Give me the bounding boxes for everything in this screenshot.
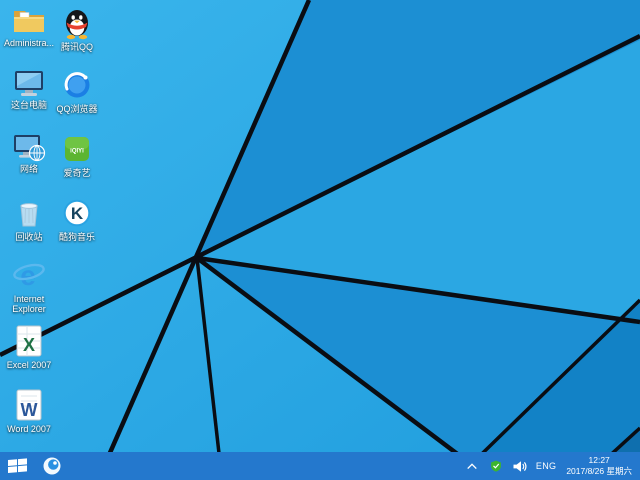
taskbar-pinned-browser[interactable] <box>36 452 68 480</box>
icon-label: Excel 2007 <box>6 360 52 370</box>
excel-icon: X <box>16 325 42 357</box>
desktop-icon-internet-explorer[interactable]: e Internet Explorer <box>1 258 57 318</box>
icon-label: 回收站 <box>15 232 43 242</box>
desktop-icon-qq-browser[interactable]: QQ浏览器 <box>49 68 105 128</box>
desktop-icon-iqiyi[interactable]: iQIYI 爱奇艺 <box>49 132 105 192</box>
windows-logo-icon <box>7 458 27 473</box>
folder-icon <box>14 11 44 32</box>
kugou-k-glyph: K <box>71 204 84 223</box>
icon-label: QQ浏览器 <box>56 104 98 114</box>
icon-label: 酷狗音乐 <box>58 232 95 242</box>
iqiyi-icon: iQIYI <box>65 137 89 161</box>
network-icon <box>14 135 46 162</box>
clock-date: 2017/8/26 星期六 <box>566 466 632 476</box>
recycle-bin-icon <box>20 203 38 227</box>
language-indicator[interactable]: ENG <box>536 461 556 471</box>
desktop-screen: Administra... 这台电脑 网络 回收站 e Internet Exp… <box>0 0 640 480</box>
taskbar: ENG 12:27 2017/8/26 星期六 <box>0 452 640 480</box>
desktop-icon-kugou-music[interactable]: K 酷狗音乐 <box>49 196 105 256</box>
iqiyi-wordmark: iQIYI <box>70 149 84 155</box>
desktop-icon-tencent-qq[interactable]: 腾讯QQ <box>49 6 105 66</box>
browser-globe-icon <box>43 457 61 475</box>
tray-show-hidden-icons[interactable] <box>464 452 480 480</box>
tray-volume[interactable] <box>512 452 528 480</box>
system-tray: ENG 12:27 2017/8/26 星期六 <box>464 452 640 480</box>
qq-browser-icon <box>64 72 90 98</box>
icon-label: Internet Explorer <box>12 294 46 315</box>
internet-explorer-icon: e <box>13 260 45 291</box>
icon-label: Word 2007 <box>7 424 51 434</box>
icon-label: 这台电脑 <box>10 100 47 110</box>
qq-penguin-icon <box>66 10 88 40</box>
clock-time: 12:27 <box>588 454 610 465</box>
speaker-icon <box>513 460 527 472</box>
chevron-up-icon <box>467 463 477 470</box>
icon-label: Administra... <box>3 38 54 48</box>
icon-label: 网络 <box>19 164 38 174</box>
taskbar-clock[interactable]: 12:27 2017/8/26 星期六 <box>564 455 634 477</box>
start-button[interactable] <box>0 452 36 480</box>
word-icon: W <box>16 389 42 421</box>
desktop-icon-excel-2007[interactable]: X Excel 2007 <box>1 324 57 384</box>
shield-icon <box>490 460 501 472</box>
icon-label: 腾讯QQ <box>60 42 93 52</box>
tray-security-icon[interactable] <box>488 452 504 480</box>
desktop-icon-word-2007[interactable]: W Word 2007 <box>1 388 57 448</box>
word-w-glyph: W <box>21 400 38 420</box>
icon-label: 爱奇艺 <box>63 168 91 178</box>
kugou-icon: K <box>63 199 91 227</box>
computer-icon <box>15 71 43 96</box>
excel-x-glyph: X <box>23 335 35 355</box>
